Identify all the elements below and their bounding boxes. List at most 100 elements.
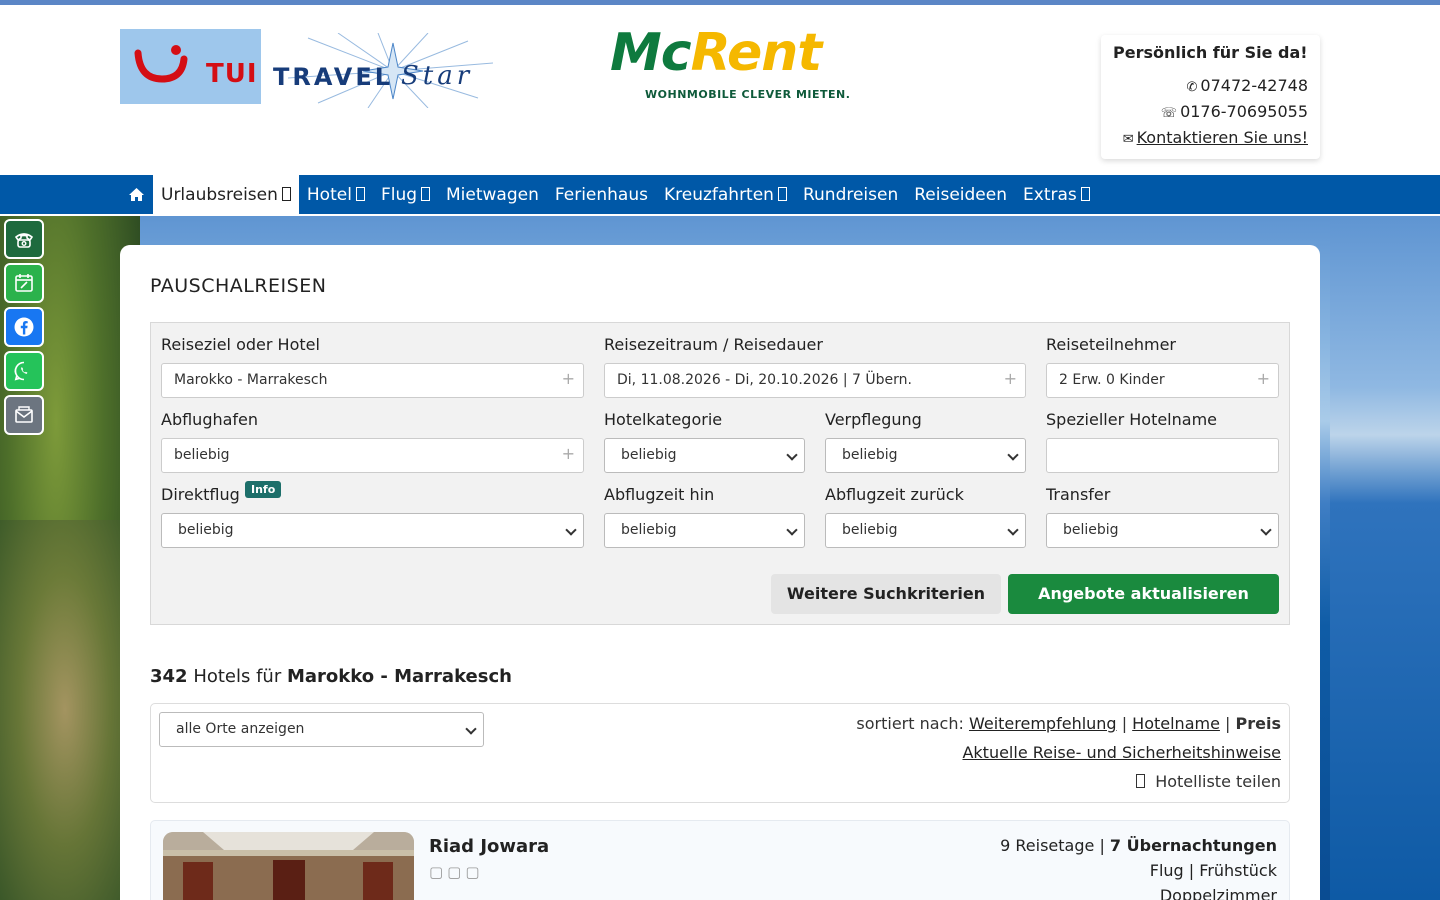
transfer-label: Transfer [1046,485,1111,504]
travelstar-logo[interactable]: TRAVEL Star [268,33,493,108]
sort-options: sortiert nach: Weiterempfehlung | Hoteln… [856,714,1281,733]
nav-reiseideen[interactable]: Reiseideen [906,175,1015,215]
sort-hotelname-link[interactable]: Hotelname [1132,714,1220,733]
background-trees-lower [0,520,130,900]
contact-link[interactable]: ✉ Kontaktieren Sie uns! [1113,126,1308,152]
destination-input[interactable]: Marokko - Marrakesch + [161,363,584,398]
chevron-down-icon [1007,449,1019,461]
mcrent-logo[interactable]: McRent WOHNMOBILE CLEVER MIETEN. [610,23,850,108]
contact-whatsapp[interactable]: ☏ 0176-70695055 [1113,100,1308,126]
sort-recommendation-link[interactable]: Weiterempfehlung [969,714,1117,733]
newsletter-button[interactable] [4,395,44,435]
share-hotellist-button[interactable]: Hotelliste teilen [1136,772,1281,791]
nav-urlaubsreisen[interactable]: Urlaubsreisen [153,175,299,215]
travel-safety-link[interactable]: Aktuelle Reise- und Sicherheitshinweise [962,743,1281,762]
appointment-button[interactable] [4,263,44,303]
nav-extras[interactable]: Extras [1015,175,1098,215]
tui-smile-icon [134,45,188,83]
plus-icon: + [561,444,575,463]
info-badge[interactable]: Info [245,481,282,498]
chevron-down-icon [786,449,798,461]
whatsapp-icon: ☏ [1160,106,1178,121]
board-label: Verpflegung [825,410,922,429]
header: TUI TRAVEL Star McRent WOHNMOBILE CLEVER… [0,5,1440,175]
background-sea-right [1330,216,1440,900]
main-card: PAUSCHALREISEN Reiseziel oder Hotel Maro… [120,245,1320,900]
nav-home[interactable] [120,175,153,215]
side-action-bar [4,219,45,439]
callback-button[interactable] [4,219,44,259]
results-destination: Marokko - Marrakesch [286,666,512,687]
departure-time-label: Abflugzeit hin [604,485,715,504]
board-select[interactable]: beliebig [825,438,1026,473]
mcrent-logo-rent: Rent [690,23,823,83]
dropdown-icon [355,187,365,201]
tui-logo[interactable]: TUI [120,29,261,104]
mail-icon: ✉ [1122,132,1134,147]
airport-input[interactable]: beliebig + [161,438,584,473]
nav-kreuzfahrten[interactable]: Kreuzfahrten [656,175,795,215]
transfer-select[interactable]: beliebig [1046,513,1279,548]
travellers-input[interactable]: 2 Erw. 0 Kinder + [1046,363,1279,398]
return-time-label: Abflugzeit zurück [825,485,964,504]
facebook-button[interactable] [4,307,44,347]
hotelname-label: Spezieller Hotelname [1046,410,1217,429]
plus-icon: + [1256,369,1270,388]
return-time-select[interactable]: beliebig [825,513,1026,548]
plus-icon: + [1003,369,1017,388]
category-select[interactable]: beliebig [604,438,805,473]
chevron-down-icon [1260,524,1272,536]
airport-label: Abflughafen [161,410,259,429]
nav-rundreisen[interactable]: Rundreisen [795,175,906,215]
travelstar-logo-script: Star [401,61,474,91]
search-form: Reiseziel oder Hotel Marokko - Marrakesc… [150,322,1290,625]
more-criteria-button[interactable]: Weitere Suchkriterien [771,574,1001,614]
category-label: Hotelkategorie [604,410,723,429]
contact-title: Persönlich für Sie da! [1113,43,1308,62]
direct-flight-select[interactable]: beliebig [161,513,584,548]
whatsapp-button[interactable] [4,351,44,391]
hotel-card[interactable]: Riad Jowara ▢▢▢ 9 Reisetage | 7 Übernach… [150,820,1290,900]
nav-mietwagen[interactable]: Mietwagen [438,175,547,215]
direct-flight-label: Direktflug [161,485,240,504]
main-navigation: Urlaubsreisen Hotel Flug Mietwagen Ferie… [0,175,1440,215]
telephone-icon [14,233,34,248]
hotelname-input[interactable] [1046,438,1279,473]
chevron-down-icon [565,524,577,536]
tui-logo-text: TUI [206,59,258,89]
results-toolbar: alle Orte anzeigen sortiert nach: Weiter… [150,703,1290,803]
dropdown-icon [777,187,787,201]
travellers-label: Reiseteilnehmer [1046,335,1177,354]
calendar-icon [15,274,33,292]
update-offers-button[interactable]: Angebote aktualisieren [1008,574,1279,614]
home-icon [129,188,144,201]
plus-icon: + [561,369,575,388]
chevron-down-icon [786,524,798,536]
hotel-stars-icon: ▢▢▢ [429,863,484,881]
contact-box: Persönlich für Sie da! ✆ 07472-42748 ☏ 017… [1101,35,1320,159]
results-title: 342 Hotels für Marokko - Marrakesch [150,666,512,687]
hotel-name[interactable]: Riad Jowara [429,836,549,857]
dropdown-icon [421,187,431,201]
riad-interior-image [163,832,414,900]
period-input[interactable]: Di, 11.08.2026 - Di, 20.10.2026 | 7 Über… [604,363,1026,398]
mcrent-tagline: WOHNMOBILE CLEVER MIETEN. [645,88,851,101]
dropdown-icon [281,187,291,201]
nav-ferienhaus[interactable]: Ferienhaus [547,175,656,215]
nav-flug[interactable]: Flug [373,175,438,215]
nav-hotel[interactable]: Hotel [299,175,373,215]
hotel-info: 9 Reisetage | 7 Übernachtungen Flug | Fr… [1000,836,1277,900]
results-count: 342 [150,666,188,687]
travelstar-logo-text: TRAVEL [273,63,394,91]
sort-price-active[interactable]: Preis [1236,714,1281,733]
chevron-down-icon [1007,524,1019,536]
facebook-icon [14,317,34,337]
share-icon [1136,774,1146,788]
dropdown-icon [1080,187,1090,201]
location-filter-select[interactable]: alle Orte anzeigen [159,712,484,747]
departure-time-select[interactable]: beliebig [604,513,805,548]
whatsapp-icon [14,361,28,381]
contact-phone[interactable]: ✆ 07472-42748 [1113,74,1308,100]
mcrent-logo-mc: Mc [610,23,692,83]
hotel-image[interactable] [163,832,414,900]
